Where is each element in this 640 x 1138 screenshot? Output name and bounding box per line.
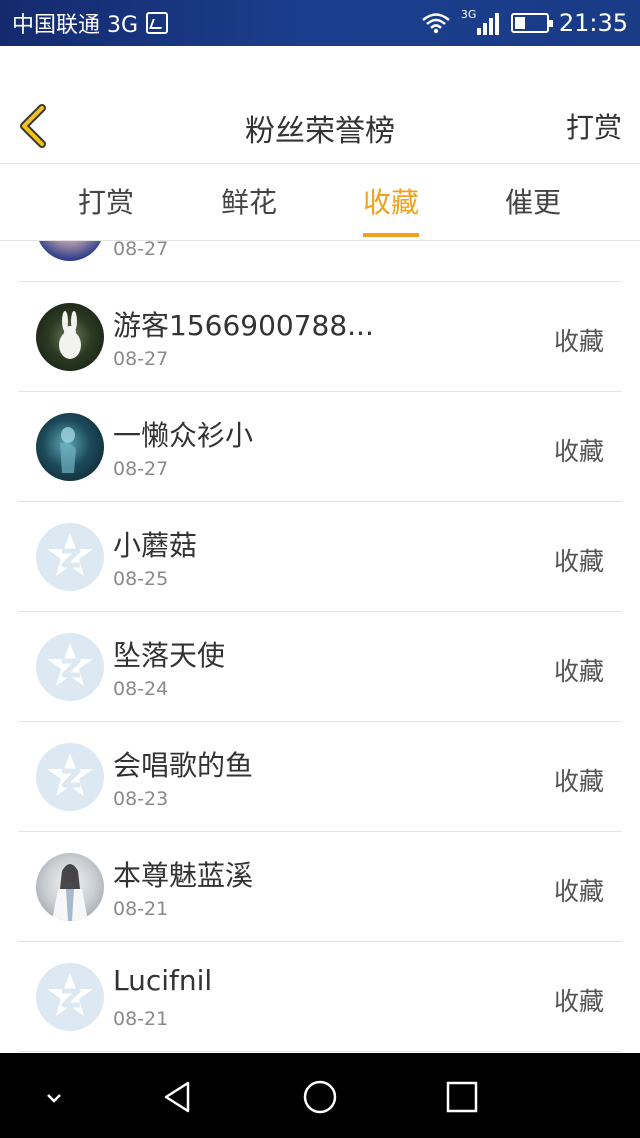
app-header: 粉丝荣誉榜 打赏 — [0, 46, 640, 164]
list-item[interactable]: 游客1566900788... 08-27 收藏 — [0, 282, 640, 392]
tab-bar: 打赏 鲜花 收藏 催更 — [0, 165, 640, 241]
fan-action: 收藏 — [553, 437, 604, 466]
list-item[interactable]: 08-27 — [0, 241, 640, 282]
status-time: 21:35 — [558, 9, 628, 37]
fan-date: 08-27 — [113, 241, 169, 260]
sim-status-icon — [146, 12, 169, 34]
fan-date: 08-23 — [113, 788, 169, 810]
fan-list[interactable]: 08-27 游客1566900788... 08-27 收藏 一懒众衫小 08-… — [0, 241, 640, 1053]
list-item[interactable]: 一懒众衫小 08-27 收藏 — [0, 392, 640, 502]
fan-date: 08-21 — [113, 1008, 169, 1030]
recents-square-icon[interactable] — [440, 1075, 484, 1119]
fan-name: 游客1566900788... — [113, 309, 374, 342]
fan-action: 收藏 — [553, 767, 604, 796]
fan-name: 一懒众衫小 — [113, 419, 254, 452]
fan-name: 坠落天使 — [113, 639, 226, 672]
avatar — [36, 303, 104, 371]
divider — [18, 1051, 622, 1052]
tab-urge-update[interactable]: 催更 — [462, 165, 604, 241]
system-nav-bar — [0, 1053, 640, 1138]
list-item[interactable]: 坠落天使 08-24 收藏 — [0, 612, 640, 722]
wifi-icon — [422, 13, 450, 34]
battery-icon — [510, 13, 553, 33]
default-avatar-icon — [36, 963, 104, 1031]
reward-button[interactable]: 打赏 — [566, 106, 622, 146]
tab-flowers[interactable]: 鲜花 — [178, 165, 320, 241]
fan-name: Lucifnil — [113, 964, 213, 997]
fan-date: 08-27 — [113, 348, 169, 370]
tab-favorites[interactable]: 收藏 — [320, 165, 462, 241]
fan-action: 收藏 — [553, 327, 604, 356]
avatar — [36, 413, 104, 481]
collapse-icon[interactable] — [32, 1075, 76, 1119]
home-circle-icon[interactable] — [298, 1075, 342, 1119]
avatar — [36, 853, 104, 921]
back-triangle-icon[interactable] — [156, 1075, 200, 1119]
list-item[interactable]: 本尊魅蓝溪 08-21 收藏 — [0, 832, 640, 942]
fan-date: 08-25 — [113, 568, 169, 590]
fan-date: 08-24 — [113, 678, 169, 700]
fan-action: 收藏 — [553, 657, 604, 686]
active-tab-indicator — [363, 233, 419, 237]
fan-action: 收藏 — [553, 877, 604, 906]
fan-name: 本尊魅蓝溪 — [113, 859, 254, 892]
status-right: 3G 21:35 — [421, 8, 628, 37]
list-item[interactable]: 小蘑菇 08-25 收藏 — [0, 502, 640, 612]
fan-action: 收藏 — [553, 987, 604, 1016]
signal-icon: 3G — [461, 8, 501, 36]
fan-name: 会唱歌的鱼 — [113, 749, 254, 782]
avatar — [36, 241, 104, 261]
default-avatar-icon — [36, 743, 104, 811]
fan-name: 小蘑菇 — [113, 529, 198, 562]
default-avatar-icon — [36, 633, 104, 701]
list-item[interactable]: 会唱歌的鱼 08-23 收藏 — [0, 722, 640, 832]
tab-reward[interactable]: 打赏 — [35, 165, 177, 241]
status-left: 中国联通 3G — [12, 7, 169, 39]
carrier-label: 中国联通 3G — [12, 13, 139, 38]
tab-favorites-label: 收藏 — [362, 186, 419, 219]
default-avatar-icon — [36, 523, 104, 591]
fan-date: 08-27 — [113, 458, 169, 480]
page-title: 粉丝荣誉榜 — [245, 114, 395, 149]
status-bar: 中国联通 3G 3G 21:35 — [0, 0, 640, 46]
fan-action: 收藏 — [553, 547, 604, 576]
fan-date: 08-21 — [113, 898, 169, 920]
list-item[interactable]: Lucifnil 08-21 收藏 — [0, 942, 640, 1052]
